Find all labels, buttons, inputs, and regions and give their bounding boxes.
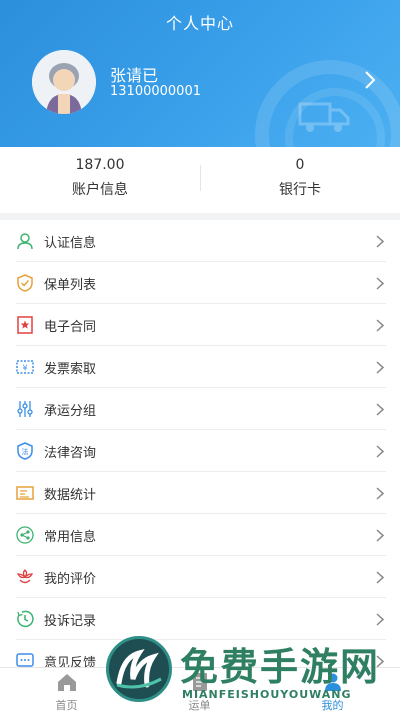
menu-item-my-reviews[interactable]: 我的评价 — [0, 556, 400, 598]
account-stats: 187.00 账户信息 0 银行卡 — [0, 147, 400, 213]
menu-list: 认证信息 保单列表 电子合同 ¥ 发票索取 承运分组 法 法律咨询 数据统计 常… — [0, 220, 400, 670]
chevron-right-icon — [376, 487, 384, 500]
balance-value: 187.00 — [75, 157, 125, 173]
menu-item-label: 数据统计 — [44, 488, 97, 503]
svg-text:¥: ¥ — [22, 364, 27, 373]
share-icon — [16, 526, 34, 544]
law-shield-icon: 法 — [17, 442, 33, 460]
bank-card-count: 0 — [295, 157, 305, 173]
chevron-right-icon — [376, 277, 384, 290]
clock-icon — [17, 610, 34, 628]
menu-item-label: 我的评价 — [44, 572, 97, 587]
menu-item-data-stats[interactable]: 数据统计 — [0, 472, 400, 514]
menu-item-label: 常用信息 — [44, 530, 97, 545]
svg-text:法: 法 — [22, 447, 29, 456]
bank-card-stat[interactable]: 0 银行卡 — [200, 147, 400, 213]
watermark: 免费手游网 MIANFEISHOUYOUWANG — [100, 632, 400, 711]
menu-item-e-contract[interactable]: 电子合同 — [0, 304, 400, 346]
chevron-right-icon — [376, 319, 384, 332]
account-info-stat[interactable]: 187.00 账户信息 — [0, 147, 200, 213]
menu-item-label: 发票索取 — [44, 362, 97, 377]
profile-header: 个人中心 张请已 13100000001 — [0, 0, 400, 147]
truck-icon — [298, 102, 350, 132]
avatar[interactable] — [32, 50, 96, 114]
chevron-right-icon — [376, 403, 384, 416]
menu-item-legal-consult[interactable]: 法 法律咨询 — [0, 430, 400, 472]
chevron-right-icon — [376, 571, 384, 584]
menu-item-label: 电子合同 — [44, 320, 97, 335]
flower-icon — [16, 569, 34, 584]
chevron-right-icon — [376, 361, 384, 374]
watermark-logo-icon — [116, 649, 162, 689]
menu-item-invoice[interactable]: ¥ 发票索取 — [0, 346, 400, 388]
user-phone: 13100000001 — [110, 84, 201, 99]
invoice-icon: ¥ — [16, 360, 34, 374]
home-icon — [57, 674, 76, 691]
chevron-right-icon[interactable] — [364, 70, 376, 90]
menu-item-carrier-group[interactable]: 承运分组 — [0, 388, 400, 430]
menu-item-policy-list[interactable]: 保单列表 — [0, 262, 400, 304]
user-icon — [17, 233, 33, 250]
user-name: 张请已 — [110, 66, 159, 85]
chevron-right-icon — [376, 235, 384, 248]
menu-item-verification[interactable]: 认证信息 — [0, 220, 400, 262]
watermark-title: 免费手游网 — [180, 645, 381, 689]
shield-check-icon — [17, 274, 33, 292]
menu-item-label: 保单列表 — [44, 278, 97, 293]
chevron-right-icon — [376, 529, 384, 542]
page-title: 个人中心 — [165, 14, 234, 33]
watermark-subtitle: MIANFEISHOUYOUWANG — [182, 688, 352, 701]
watermark-logo — [106, 636, 172, 702]
avatar-icon — [32, 50, 96, 114]
menu-item-common-info[interactable]: 常用信息 — [0, 514, 400, 556]
contract-star-icon — [17, 316, 33, 334]
sliders-icon — [17, 401, 33, 417]
menu-item-label: 法律咨询 — [44, 446, 97, 461]
account-info-label: 账户信息 — [72, 182, 128, 198]
stats-icon — [16, 486, 34, 500]
menu-item-label: 承运分组 — [44, 404, 97, 419]
chevron-right-icon — [376, 445, 384, 458]
bank-card-label: 银行卡 — [279, 182, 321, 198]
chevron-right-icon — [376, 613, 384, 626]
menu-item-label: 投诉记录 — [44, 614, 97, 629]
menu-item-label: 认证信息 — [44, 236, 97, 251]
